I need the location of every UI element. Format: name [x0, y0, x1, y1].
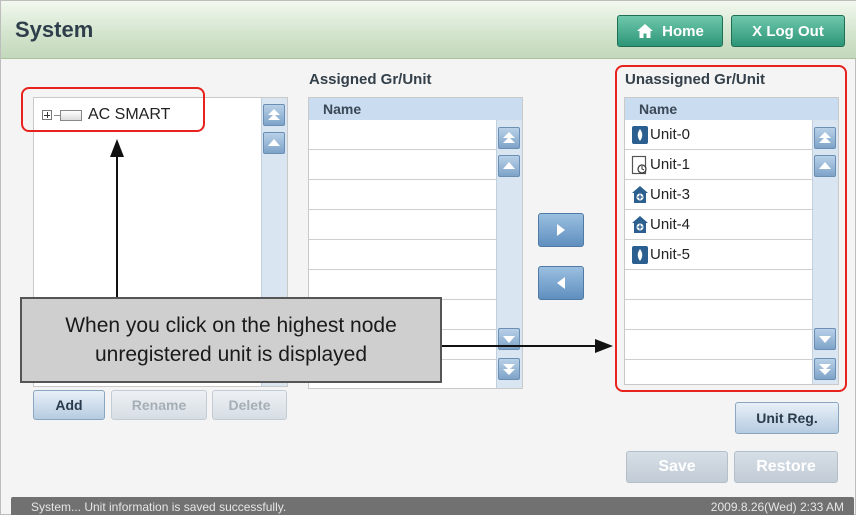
annotation-arrows — [110, 139, 613, 353]
callout-line-2: unregistered unit is displayed — [95, 343, 367, 366]
app-window: System Home X Log Out AC SMART Assigned — [0, 0, 856, 515]
instruction-callout: When you click on the highest node unreg… — [20, 297, 442, 383]
callout-line-1: When you click on the highest node — [65, 314, 397, 337]
